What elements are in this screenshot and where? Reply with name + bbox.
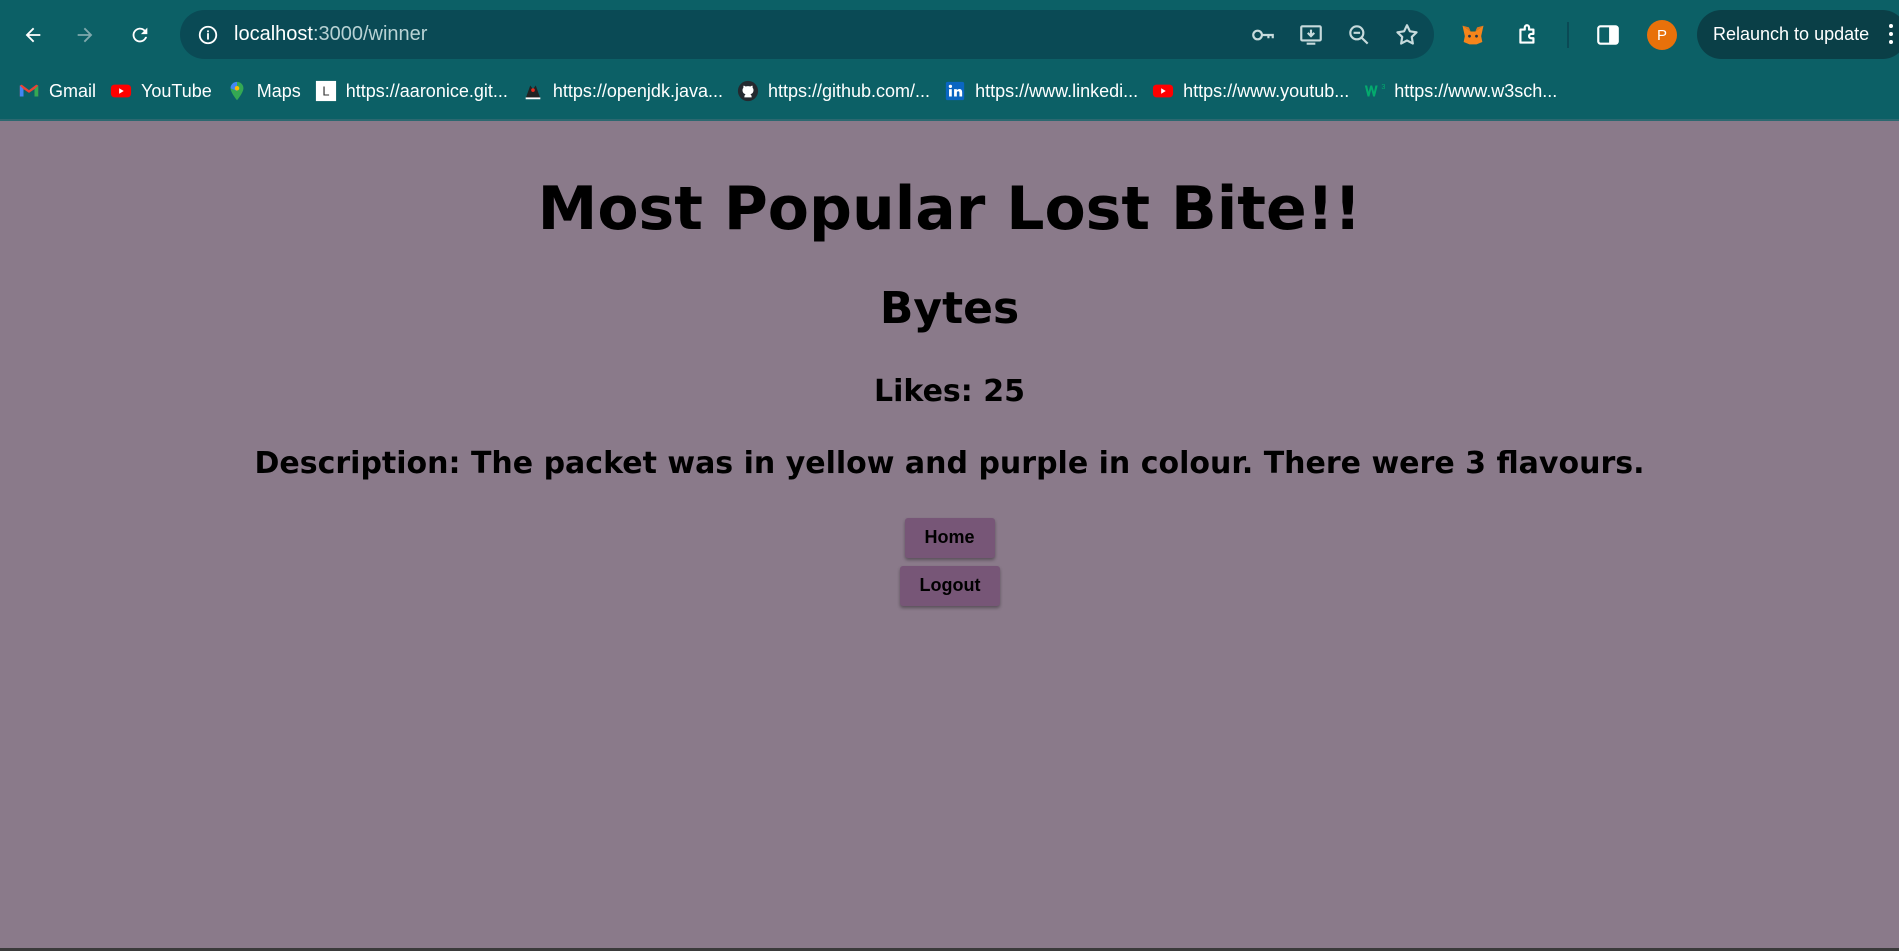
- bookmark-youtube[interactable]: YouTube: [110, 74, 226, 108]
- browser-toolbar: localhost:3000/winner P Relaunch to upda…: [0, 0, 1899, 70]
- l-letter-icon: L: [315, 80, 337, 102]
- bookmark-label: https://aaronice.git...: [345, 80, 508, 101]
- toolbar-divider: [1567, 22, 1569, 48]
- relaunch-button[interactable]: Relaunch to update: [1697, 10, 1899, 59]
- youtube-icon: [110, 80, 132, 102]
- bookmark-label: https://www.youtub...: [1183, 80, 1350, 101]
- bookmark-label: https://github.com/...: [767, 80, 931, 101]
- bookmark-w3schools[interactable]: 3 https://www.w3sch...: [1363, 74, 1571, 108]
- back-button[interactable]: [15, 17, 51, 53]
- likes-count: Likes: 25: [874, 373, 1025, 409]
- address-bar[interactable]: localhost:3000/winner: [180, 10, 1434, 59]
- extensions-puzzle-icon[interactable]: [1513, 20, 1543, 50]
- bookmark-github[interactable]: https://github.com/...: [737, 74, 944, 108]
- page-content: Most Popular Lost Bite!! Bytes Likes: 25…: [0, 121, 1899, 951]
- bookmark-label: https://openjdk.java...: [552, 80, 723, 101]
- reload-icon: [132, 27, 148, 43]
- github-icon: [737, 80, 759, 102]
- linkedin-icon: [944, 80, 966, 102]
- home-button[interactable]: Home: [904, 517, 995, 558]
- password-key-icon[interactable]: [1250, 22, 1276, 48]
- bookmark-openjdk[interactable]: https://openjdk.java...: [522, 74, 737, 108]
- bookmark-maps[interactable]: Maps: [226, 74, 315, 108]
- duke-icon: [522, 80, 544, 102]
- w3schools-icon: 3: [1363, 80, 1385, 102]
- bookmark-label: https://www.w3sch...: [1394, 80, 1558, 101]
- youtube-icon: [1152, 80, 1174, 102]
- bookmark-aaronice[interactable]: L https://aaronice.git...: [315, 74, 522, 108]
- bookmark-label: Maps: [256, 80, 301, 101]
- bookmark-label: YouTube: [141, 80, 212, 101]
- back-arrow-icon: [25, 27, 41, 43]
- logout-button[interactable]: Logout: [899, 565, 1000, 606]
- bookmarks-bar: Gmail YouTube Maps L https://aaronice.gi…: [0, 74, 1899, 108]
- browser-chrome: localhost:3000/winner P Relaunch to upda…: [0, 0, 1899, 121]
- url-host: localhost: [234, 23, 313, 45]
- profile-avatar[interactable]: P: [1647, 20, 1677, 50]
- menu-kebab-icon[interactable]: [1889, 24, 1893, 44]
- bookmark-label: Gmail: [49, 80, 97, 101]
- item-description: Description: The packet was in yellow an…: [254, 445, 1645, 481]
- metamask-fox-icon[interactable]: [1458, 20, 1488, 50]
- url-text[interactable]: localhost:3000/winner: [234, 23, 427, 46]
- page-title: Most Popular Lost Bite!!: [537, 174, 1362, 244]
- bookmark-star-icon[interactable]: [1394, 22, 1420, 48]
- maps-icon: [226, 80, 248, 102]
- install-app-icon[interactable]: [1298, 22, 1324, 48]
- svg-text:L: L: [322, 84, 329, 99]
- site-info-icon[interactable]: [196, 23, 220, 47]
- forward-arrow-icon: [77, 27, 93, 43]
- bookmark-youtube-2[interactable]: https://www.youtub...: [1152, 74, 1363, 108]
- url-path: :3000/winner: [312, 23, 428, 45]
- svg-text:3: 3: [1382, 82, 1386, 91]
- gmail-icon: [18, 80, 40, 102]
- bookmark-label: https://www.linkedi...: [975, 80, 1139, 101]
- forward-button[interactable]: [67, 17, 103, 53]
- zoom-icon[interactable]: [1346, 22, 1372, 48]
- address-bar-actions: [1250, 10, 1420, 59]
- side-panel-icon[interactable]: [1593, 20, 1623, 50]
- bookmark-linkedin[interactable]: https://www.linkedi...: [944, 74, 1152, 108]
- bookmark-gmail[interactable]: Gmail: [18, 74, 110, 108]
- reload-button[interactable]: [122, 17, 158, 53]
- winner-item-name: Bytes: [879, 283, 1020, 334]
- relaunch-label: Relaunch to update: [1713, 24, 1870, 44]
